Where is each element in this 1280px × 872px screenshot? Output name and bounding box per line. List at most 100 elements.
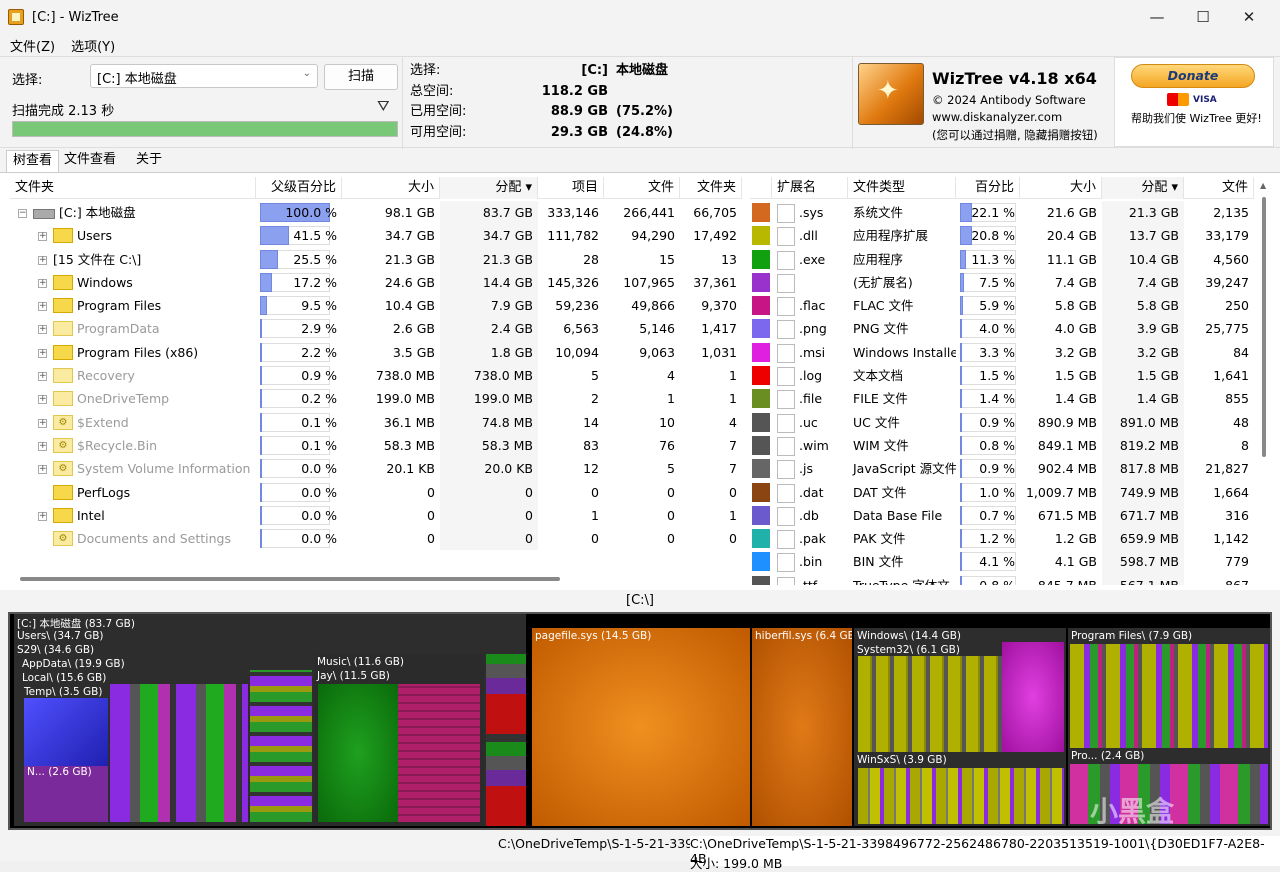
tree-cell-name: + Intel — [10, 504, 256, 527]
donate-button[interactable]: Donate — [1131, 64, 1255, 88]
expand-icon[interactable]: + — [38, 302, 47, 312]
filter-icon[interactable]: ⛛ — [377, 97, 390, 115]
expand-icon[interactable]: + — [38, 395, 47, 405]
treemap-flac-green[interactable] — [318, 684, 398, 822]
tree-row[interactable]: + ⚙ $Recycle.Bin 0.1 % 58.3 MB 58.3 MB 83 76 7 — [10, 433, 742, 458]
tree-row[interactable]: ⚙ Documents and Settings 0.0 % 0 0 0 0 0 — [10, 527, 742, 551]
ext-row[interactable]: .sys 系统文件 22.1 % 21.6 GB 21.3 GB 2,135 — [750, 201, 1254, 225]
expand-icon[interactable]: + — [38, 372, 47, 382]
ext-row[interactable]: .png PNG 文件 4.0 % 4.0 GB 3.9 GB 25,775 — [750, 317, 1254, 341]
treemap-music[interactable]: Music\ (11.6 GB) Jay\ (11.5 GB) — [314, 654, 484, 826]
col-size[interactable]: 大小 — [342, 177, 440, 199]
expand-icon[interactable]: − — [18, 209, 27, 218]
ext-row[interactable]: .bin BIN 文件 4.1 % 4.1 GB 598.7 MB 779 — [750, 550, 1254, 574]
treemap-progfiles-block[interactable] — [1070, 644, 1268, 748]
treemap-appdata-block[interactable] — [110, 684, 248, 822]
ext-row[interactable]: .uc UC 文件 0.9 % 890.9 MB 891.0 MB 48 — [750, 410, 1254, 434]
ext-vertical-scrollbar[interactable]: ▲ — [1258, 177, 1270, 585]
col-folder[interactable]: 文件夹 — [10, 177, 256, 199]
ext-value: .db — [799, 507, 819, 523]
tree-row[interactable]: + Windows 17.2 % 24.6 GB 14.4 GB 145,326 107,9… — [10, 270, 742, 295]
tree-row[interactable]: − [C:] 本地磁盘 100.0 % 98.1 GB 83.7 GB 333,146 26… — [10, 201, 742, 225]
ext-row[interactable]: .wim WIM 文件 0.8 % 849.1 MB 819.2 MB 8 — [750, 433, 1254, 458]
ext-row[interactable]: .db Data Base File 0.7 % 671.5 MB 671.7 MB 31… — [750, 503, 1254, 528]
minimize-button[interactable]: — — [1134, 0, 1180, 34]
tree-row[interactable]: + ProgramData 2.9 % 2.6 GB 2.4 GB 6,563 5,146 1… — [10, 317, 742, 341]
tree-row[interactable]: + Program Files (x86) 2.2 % 3.5 GB 1.8 GB 10,… — [10, 340, 742, 365]
col-ext-size[interactable]: 大小 — [1020, 177, 1102, 199]
treemap-system32-block[interactable] — [858, 656, 1002, 752]
ext-row[interactable]: .dat DAT 文件 1.0 % 1,009.7 MB 749.9 MB 1,664 — [750, 480, 1254, 504]
ext-row[interactable]: .dll 应用程序扩展 20.8 % 20.4 GB 13.7 GB 33,179 — [750, 224, 1254, 248]
ext-row[interactable]: .log 文本文档 1.5 % 1.5 GB 1.5 GB 1,641 — [750, 364, 1254, 388]
close-button[interactable]: ✕ — [1226, 0, 1272, 34]
ext-row[interactable]: .msi Windows Installe 3.3 % 3.2 GB 3.2 GB 84 — [750, 340, 1254, 365]
scroll-up-icon[interactable]: ▲ — [1260, 181, 1266, 190]
col-folders[interactable]: 文件夹 — [680, 177, 742, 199]
tree-row[interactable]: + [15 文件在 C:\] 25.5 % 21.3 GB 21.3 GB 28 15 13 — [10, 247, 742, 271]
ext-row[interactable]: .file FILE 文件 1.4 % 1.4 GB 1.4 GB 855 — [750, 387, 1254, 411]
ext-row[interactable]: .flac FLAC 文件 5.9 % 5.8 GB 5.8 GB 250 — [750, 294, 1254, 318]
treemap-hiberfil[interactable]: hiberfil.sys (6.4 GB) — [752, 628, 852, 826]
ext-row[interactable]: .js JavaScript 源文件 0.9 % 902.4 MB 817.8 MB 21… — [750, 457, 1254, 481]
treemap-temp-block[interactable] — [24, 698, 108, 766]
expand-icon[interactable]: + — [38, 465, 47, 475]
treemap-flac-magenta[interactable] — [398, 684, 480, 822]
col-ext-allocated[interactable]: 分配 ▾ — [1102, 177, 1184, 199]
tab-file-view[interactable]: 文件查看 — [58, 150, 122, 172]
ext-cell-size: 21.6 GB — [1046, 205, 1097, 220]
tree-cell-size: 98.1 GB — [384, 205, 435, 220]
expand-icon[interactable]: + — [38, 441, 47, 451]
expand-icon[interactable]: + — [38, 232, 47, 242]
expand-icon[interactable]: + — [38, 255, 47, 265]
treemap-msi-block[interactable] — [1002, 642, 1064, 752]
col-ext-files[interactable]: 文件 — [1184, 177, 1254, 199]
expand-icon[interactable]: + — [38, 278, 47, 288]
menu-options[interactable]: 选项(Y) — [61, 36, 121, 55]
col-allocated[interactable]: 分配 ▾ — [440, 177, 538, 199]
expand-icon[interactable]: + — [38, 418, 47, 428]
treemap-n-block[interactable]: N... (2.6 GB) — [24, 766, 108, 822]
tree-row[interactable]: + Recovery 0.9 % 738.0 MB 738.0 MB 5 4 1 — [10, 364, 742, 388]
treemap-pagefile[interactable]: pagefile.sys (14.5 GB) — [532, 628, 750, 826]
col-items[interactable]: 项目 — [538, 177, 604, 199]
pct-value: 2.2 % — [301, 344, 337, 360]
tree-row[interactable]: + Program Files 9.5 % 10.4 GB 7.9 GB 59,236 49… — [10, 294, 742, 318]
tree-row[interactable]: PerfLogs 0.0 % 0 0 0 0 0 — [10, 480, 742, 504]
tree-row[interactable]: + ⚙ $Extend 0.1 % 36.1 MB 74.8 MB 14 10 4 — [10, 410, 742, 434]
treemap-misc-block[interactable] — [486, 654, 526, 826]
col-files[interactable]: 文件 — [604, 177, 680, 199]
tree-row[interactable]: + ⚙ System Volume Information 0.0 % 20.1 KB 2… — [10, 457, 742, 481]
brand-website-link[interactable]: www.diskanalyzer.com — [932, 110, 1062, 124]
ext-row[interactable]: .pak PAK 文件 1.2 % 1.2 GB 659.9 MB 1,142 — [750, 527, 1254, 551]
treemap-users[interactable]: [C:] 本地磁盘 (83.7 GB) Users\ (34.7 GB) S29… — [14, 614, 526, 826]
maximize-button[interactable]: ☐ — [1180, 0, 1226, 34]
file-type-icon — [777, 390, 795, 410]
drive-select[interactable]: [C:] 本地磁盘 ⌄ — [90, 64, 318, 88]
ext-row[interactable]: .exe 应用程序 11.3 % 11.1 GB 10.4 GB 4,560 — [750, 247, 1254, 271]
expand-icon[interactable]: + — [38, 348, 47, 358]
expand-icon[interactable]: + — [38, 325, 47, 335]
tree-row[interactable]: + OneDriveTemp 0.2 % 199.0 MB 199.0 MB 2 1 1 — [10, 387, 742, 411]
tree-row[interactable]: + Users 41.5 % 34.7 GB 34.7 GB 111,782 94,290 1… — [10, 224, 742, 248]
scroll-thumb[interactable] — [1262, 197, 1266, 457]
col-extension[interactable]: 扩展名 — [772, 177, 848, 199]
tab-tree-view[interactable]: 树查看 — [6, 150, 60, 172]
expand-icon[interactable]: + — [38, 511, 47, 521]
wiztree-logo — [858, 63, 924, 125]
treemap-windows[interactable]: Windows\ (14.4 GB) System32\ (6.1 GB) Wi… — [854, 628, 1066, 826]
col-percent[interactable]: 百分比 — [956, 177, 1020, 199]
scan-button[interactable]: 扫描 — [324, 64, 398, 90]
treemap[interactable]: [C:] 本地磁盘 (83.7 GB) Users\ (34.7 GB) S29… — [8, 612, 1272, 830]
tree-row[interactable]: + Intel 0.0 % 0 0 1 0 1 — [10, 503, 742, 528]
tree-horizontal-scrollbar[interactable] — [10, 573, 742, 585]
treemap-winsxs-block[interactable] — [858, 768, 1064, 824]
col-parent-pct[interactable]: 父级百分比 — [256, 177, 342, 199]
menu-file[interactable]: 文件(Z) — [0, 36, 61, 55]
ext-row[interactable]: (无扩展名) 7.5 % 7.4 GB 7.4 GB 39,247 — [750, 270, 1254, 295]
col-file-type[interactable]: 文件类型 — [848, 177, 956, 199]
scroll-thumb[interactable] — [20, 577, 560, 581]
treemap-local-block[interactable] — [250, 670, 312, 822]
ext-row[interactable]: .ttf TrueType 字体文 0.8 % 845.7 MB567.1 MB867 — [750, 573, 1254, 585]
tab-about[interactable]: 关于 — [130, 150, 168, 172]
